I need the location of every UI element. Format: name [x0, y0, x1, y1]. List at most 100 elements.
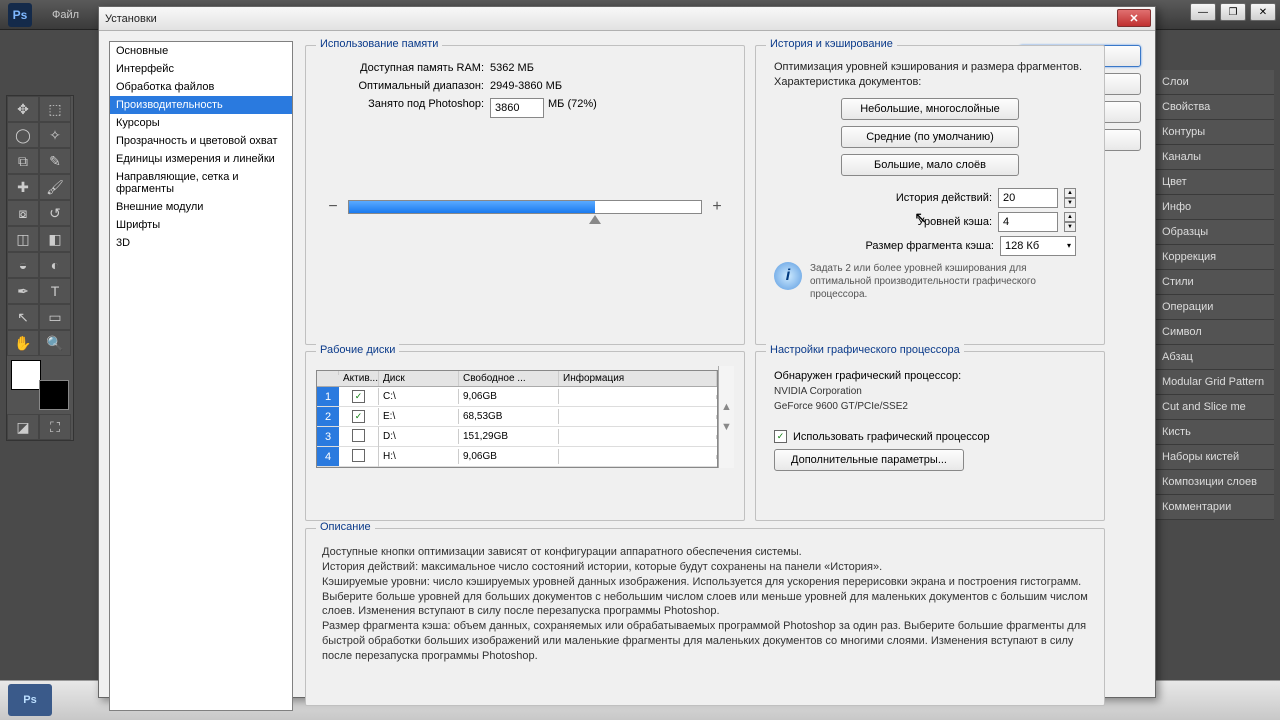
cache-tile-dropdown[interactable]: 128 Кб	[1000, 236, 1076, 256]
dodge-tool-icon[interactable]: ◐	[39, 252, 71, 278]
category-item[interactable]: Производительность	[110, 96, 292, 114]
cache-levels-input[interactable]	[998, 212, 1058, 232]
dialog-titlebar[interactable]: Установки ✕	[99, 7, 1155, 31]
select-tool-icon[interactable]: ⬚	[39, 96, 71, 122]
panel-tab[interactable]: Каналы	[1154, 145, 1274, 170]
memory-slider[interactable]: − +	[326, 198, 724, 216]
taskbar-ps-icon[interactable]: Ps	[8, 684, 52, 716]
zoom-tool-icon[interactable]: 🔍	[39, 330, 71, 356]
path-tool-icon[interactable]: ↖	[7, 304, 39, 330]
row-active-checkbox[interactable]	[352, 429, 365, 442]
panel-tab[interactable]: Инфо	[1154, 195, 1274, 220]
category-item[interactable]: 3D	[110, 234, 292, 252]
panel-tab[interactable]: Стили	[1154, 270, 1274, 295]
category-item[interactable]: Шрифты	[110, 216, 292, 234]
row-active-checkbox[interactable]: ✓	[352, 410, 365, 423]
category-item[interactable]: Основные	[110, 42, 292, 60]
col-active[interactable]: Актив...	[339, 371, 379, 386]
history-brush-icon[interactable]: ↺	[39, 200, 71, 226]
menu-file[interactable]: Файл	[42, 9, 89, 21]
preferences-category-list[interactable]: ОсновныеИнтерфейсОбработка файловПроизво…	[109, 41, 293, 711]
table-row[interactable]: 2✓E:\68,53GB	[317, 407, 717, 427]
pen-tool-icon[interactable]: ✒	[7, 278, 39, 304]
preset-small-button[interactable]: Небольшие, многослойные	[841, 98, 1019, 120]
slider-plus-icon[interactable]: +	[710, 198, 724, 216]
row-active-checkbox[interactable]: ✓	[352, 390, 365, 403]
mem-used-input[interactable]	[490, 98, 544, 118]
panel-tab[interactable]: Образцы	[1154, 220, 1274, 245]
col-info[interactable]: Информация	[559, 371, 717, 386]
panel-tab[interactable]: Цвет	[1154, 170, 1274, 195]
blur-tool-icon[interactable]: ◒	[7, 252, 39, 278]
panel-tab[interactable]: Свойства	[1154, 95, 1274, 120]
slider-fill	[349, 201, 595, 213]
dialog-close-button[interactable]: ✕	[1117, 9, 1151, 27]
color-swatches[interactable]	[9, 360, 71, 410]
maximize-button[interactable]: ❐	[1220, 3, 1246, 21]
category-item[interactable]: Направляющие, сетка и фрагменты	[110, 168, 292, 198]
preset-default-button[interactable]: Средние (по умолчанию)	[841, 126, 1019, 148]
slider-track[interactable]	[348, 200, 702, 214]
wand-tool-icon[interactable]: ✧	[39, 122, 71, 148]
panel-tab[interactable]: Контуры	[1154, 120, 1274, 145]
background-swatch[interactable]	[39, 380, 69, 410]
row-free: 9,06GB	[459, 389, 559, 404]
panel-tab[interactable]: Коррекция	[1154, 245, 1274, 270]
category-item[interactable]: Курсоры	[110, 114, 292, 132]
move-tool-icon[interactable]: ✥	[7, 96, 39, 122]
slider-minus-icon[interactable]: −	[326, 198, 340, 216]
mem-available-value: 5362 МБ	[490, 62, 534, 74]
eraser-tool-icon[interactable]: ◫	[7, 226, 39, 252]
panel-tab[interactable]: Кисть	[1154, 420, 1274, 445]
healing-tool-icon[interactable]: ✚	[7, 174, 39, 200]
description-group: Описание Доступные кнопки оптимизации за…	[305, 528, 1105, 706]
use-gpu-checkbox[interactable]: ✓	[774, 430, 787, 443]
shape-tool-icon[interactable]: ▭	[39, 304, 71, 330]
history-states-input[interactable]	[998, 188, 1058, 208]
brush-tool-icon[interactable]: 🖌	[39, 174, 71, 200]
info-icon: i	[774, 262, 802, 290]
row-free: 151,29GB	[459, 429, 559, 444]
category-item[interactable]: Единицы измерения и линейки	[110, 150, 292, 168]
col-free[interactable]: Свободное ...	[459, 371, 559, 386]
stamp-tool-icon[interactable]: ⧇	[7, 200, 39, 226]
gradient-tool-icon[interactable]: ◧	[39, 226, 71, 252]
panel-tab[interactable]: Modular Grid Pattern	[1154, 370, 1274, 395]
gpu-advanced-button[interactable]: Дополнительные параметры...	[774, 449, 964, 471]
type-tool-icon[interactable]: T	[39, 278, 71, 304]
gpu-group: Настройки графического процессора Обнару…	[755, 351, 1105, 521]
screenmode-icon[interactable]: ⛶	[39, 414, 71, 440]
panel-tab[interactable]: Композиции слоев	[1154, 470, 1274, 495]
panel-tab[interactable]: Cut and Slice me	[1154, 395, 1274, 420]
row-active-checkbox[interactable]	[352, 449, 365, 462]
quickmask-icon[interactable]: ◪	[7, 414, 39, 440]
hand-tool-icon[interactable]: ✋	[7, 330, 39, 356]
spinner-arrows-icon[interactable]: ▲▼	[1064, 188, 1076, 208]
gpu-detected-label: Обнаружен графический процессор:	[774, 370, 1086, 382]
foreground-swatch[interactable]	[11, 360, 41, 390]
minimize-button[interactable]: —	[1190, 3, 1216, 21]
table-row[interactable]: 4H:\9,06GB	[317, 447, 717, 467]
panel-tab[interactable]: Абзац	[1154, 345, 1274, 370]
preset-big-button[interactable]: Большие, мало слоёв	[841, 154, 1019, 176]
lasso-tool-icon[interactable]: ◯	[7, 122, 39, 148]
panel-tab[interactable]: Символ	[1154, 320, 1274, 345]
crop-tool-icon[interactable]: ⧉	[7, 148, 39, 174]
close-window-button[interactable]: ✕	[1250, 3, 1276, 21]
category-item[interactable]: Прозрачность и цветовой охват	[110, 132, 292, 150]
table-row[interactable]: 3D:\151,29GB	[317, 427, 717, 447]
slider-thumb-icon[interactable]	[589, 215, 601, 224]
spinner-arrows-icon[interactable]: ▲▼	[1064, 212, 1076, 232]
category-item[interactable]: Интерфейс	[110, 60, 292, 78]
eyedropper-tool-icon[interactable]: ✎	[39, 148, 71, 174]
category-item[interactable]: Обработка файлов	[110, 78, 292, 96]
col-disk[interactable]: Диск	[379, 371, 459, 386]
panel-tab[interactable]: Операции	[1154, 295, 1274, 320]
category-item[interactable]: Внешние модули	[110, 198, 292, 216]
table-row[interactable]: 1✓C:\9,06GB	[317, 387, 717, 407]
panel-tab[interactable]: Слои	[1154, 70, 1274, 95]
row-info	[559, 395, 717, 399]
panel-tab[interactable]: Наборы кистей	[1154, 445, 1274, 470]
table-reorder-arrows[interactable]: ▲▼	[718, 366, 734, 468]
panel-tab[interactable]: Комментарии	[1154, 495, 1274, 520]
